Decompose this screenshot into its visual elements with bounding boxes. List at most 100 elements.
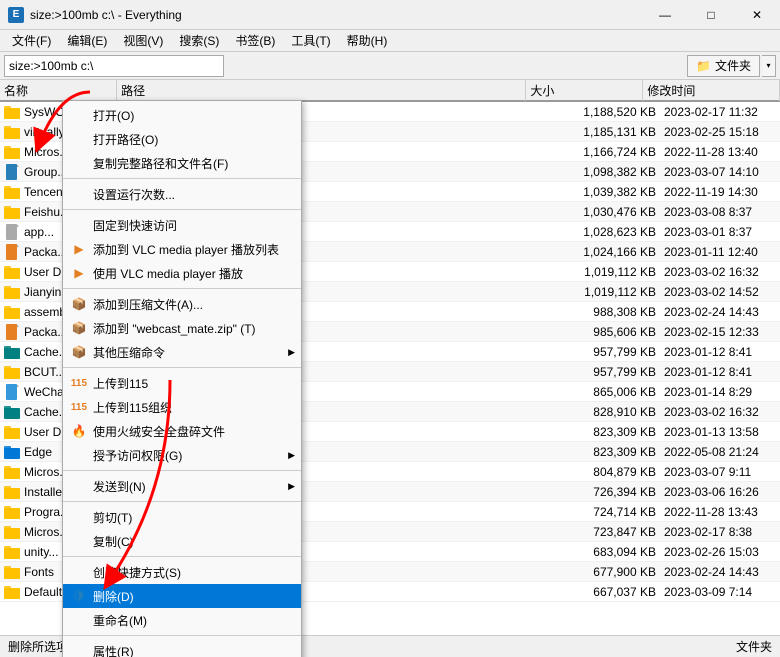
- ctx-icon-empty: [69, 643, 89, 657]
- folder-icon: 📁: [696, 59, 711, 73]
- menu-view[interactable]: 视图(V): [115, 30, 171, 52]
- file-modified-cell: 2023-03-07 9:11: [660, 462, 780, 482]
- close-button[interactable]: ✕: [734, 0, 780, 30]
- status-left: 删除所选项: [8, 638, 68, 655]
- menu-file[interactable]: 文件(F): [4, 30, 59, 52]
- context-menu-item-open-path[interactable]: 打开路径(O): [63, 127, 301, 151]
- file-icon: [4, 504, 20, 520]
- file-modified-cell: 2023-03-01 8:37: [660, 222, 780, 242]
- file-size-cell: 724,714 KB: [540, 502, 660, 522]
- context-menu-item-run-count[interactable]: 设置运行次数...: [63, 182, 301, 206]
- context-menu-item-send-to[interactable]: 发送到(N): [63, 474, 301, 498]
- vlc-icon: ▶: [69, 265, 89, 281]
- ctx-icon-empty: [69, 478, 89, 494]
- toolbar: 📁 文件夹 ▾: [0, 52, 780, 80]
- file-size-cell: 1,024,166 KB: [540, 242, 660, 262]
- window-controls: — □ ✕: [642, 0, 780, 30]
- context-menu-item-grant-access[interactable]: 授予访问权限(G): [63, 443, 301, 467]
- context-menu-item-delete[interactable]: 🛡删除(D): [63, 584, 301, 608]
- maximize-button[interactable]: □: [688, 0, 734, 30]
- file-size-cell: 1,188,520 KB: [540, 102, 660, 122]
- file-modified-cell: 2023-01-12 8:41: [660, 342, 780, 362]
- context-menu-item-pin-quick[interactable]: 固定到快速访问: [63, 213, 301, 237]
- file-modified-cell: 2023-02-24 14:43: [660, 562, 780, 582]
- file-icon: [4, 484, 20, 500]
- file-size-cell: 804,879 KB: [540, 462, 660, 482]
- file-modified-cell: 2023-02-15 12:33: [660, 322, 780, 342]
- folder-dropdown-arrow[interactable]: ▾: [762, 55, 776, 77]
- file-modified-cell: 2023-03-06 16:26: [660, 482, 780, 502]
- file-size-cell: 1,019,112 KB: [540, 282, 660, 302]
- file-icon: [4, 364, 20, 380]
- file-size-cell: 823,309 KB: [540, 442, 660, 462]
- file-modified-cell: 2022-11-28 13:43: [660, 502, 780, 522]
- menu-help[interactable]: 帮助(H): [339, 30, 396, 52]
- context-menu-separator: [63, 501, 301, 502]
- status-right: 文件夹: [736, 638, 772, 655]
- column-headers: 名称 路径 大小 修改时间: [0, 80, 780, 102]
- ctx-icon-empty: [69, 447, 89, 463]
- zip-icon: 📦: [69, 344, 89, 360]
- context-menu-item-compress-add[interactable]: 📦添加到压缩文件(A)...: [63, 292, 301, 316]
- context-menu-item-copy-path[interactable]: 复制完整路径和文件名(F): [63, 151, 301, 175]
- col-size[interactable]: 大小: [526, 79, 643, 101]
- file-icon: [4, 204, 20, 220]
- file-icon: [4, 184, 20, 200]
- huorong-icon: 🔥: [69, 423, 89, 439]
- search-input[interactable]: [4, 55, 224, 77]
- file-modified-cell: 2023-02-24 14:43: [660, 302, 780, 322]
- col-modified[interactable]: 修改时间: [643, 79, 780, 101]
- menu-edit[interactable]: 编辑(E): [59, 30, 115, 52]
- menu-search[interactable]: 搜索(S): [171, 30, 227, 52]
- context-menu-item-upload-115-org[interactable]: 115上传到115组织: [63, 395, 301, 419]
- ctx-icon-empty: [69, 564, 89, 580]
- minimize-button[interactable]: —: [642, 0, 688, 30]
- folder-button[interactable]: 📁 文件夹: [687, 55, 760, 77]
- context-menu-separator: [63, 556, 301, 557]
- file-size-cell: 865,006 KB: [540, 382, 660, 402]
- context-menu-item-more-compress[interactable]: 📦其他压缩命令: [63, 340, 301, 364]
- col-path[interactable]: 路径: [117, 79, 526, 101]
- file-modified-cell: 2023-01-11 12:40: [660, 242, 780, 262]
- app-window: E size:>100mb c:\ - Everything — □ ✕ 文件(…: [0, 0, 780, 657]
- file-size-cell: 1,030,476 KB: [540, 202, 660, 222]
- ctx-icon-empty: [69, 155, 89, 171]
- context-menu-item-properties[interactable]: 属性(R): [63, 639, 301, 657]
- file-icon: [4, 304, 20, 320]
- context-menu-item-vlc-play[interactable]: ▶使用 VLC media player 播放: [63, 261, 301, 285]
- context-menu-item-huorong[interactable]: 🔥使用火绒安全全盘碎文件: [63, 419, 301, 443]
- context-menu-item-compress-named[interactable]: 📦添加到 "webcast_mate.zip" (T): [63, 316, 301, 340]
- file-size-cell: 1,185,131 KB: [540, 122, 660, 142]
- file-icon: [4, 544, 20, 560]
- zip-icon: 📦: [69, 296, 89, 312]
- file-icon: [4, 164, 20, 180]
- file-size-cell: 957,799 KB: [540, 362, 660, 382]
- file-modified-cell: 2023-03-09 7:14: [660, 582, 780, 602]
- context-menu-item-vlc-playlist[interactable]: ▶添加到 VLC media player 播放列表: [63, 237, 301, 261]
- file-size-cell: 828,910 KB: [540, 402, 660, 422]
- menu-tools[interactable]: 工具(T): [283, 30, 338, 52]
- context-menu-item-upload-115[interactable]: 115上传到115: [63, 371, 301, 395]
- ctx-icon-empty: [69, 533, 89, 549]
- context-menu-item-open[interactable]: 打开(O): [63, 103, 301, 127]
- menu-bookmarks[interactable]: 书签(B): [227, 30, 283, 52]
- context-menu-item-copy[interactable]: 复制(C): [63, 529, 301, 553]
- ctx-icon-empty: [69, 612, 89, 628]
- context-menu-item-rename[interactable]: 重命名(M): [63, 608, 301, 632]
- file-icon: [4, 344, 20, 360]
- context-menu-item-cut[interactable]: 剪切(T): [63, 505, 301, 529]
- file-size-cell: 823,309 KB: [540, 422, 660, 442]
- col-name[interactable]: 名称: [0, 79, 117, 101]
- ctx-icon-empty: [69, 509, 89, 525]
- file-modified-cell: 2023-02-25 15:18: [660, 122, 780, 142]
- file-size-cell: 723,847 KB: [540, 522, 660, 542]
- file-size-cell: 957,799 KB: [540, 342, 660, 362]
- context-menu-item-create-shortcut[interactable]: 创建快捷方式(S): [63, 560, 301, 584]
- file-modified-cell: 2023-02-17 8:38: [660, 522, 780, 542]
- file-size-cell: 1,098,382 KB: [540, 162, 660, 182]
- context-menu-separator: [63, 367, 301, 368]
- file-modified-cell: 2022-11-28 13:40: [660, 142, 780, 162]
- context-menu-separator: [63, 470, 301, 471]
- context-menu-separator: [63, 288, 301, 289]
- context-menu-separator: [63, 178, 301, 179]
